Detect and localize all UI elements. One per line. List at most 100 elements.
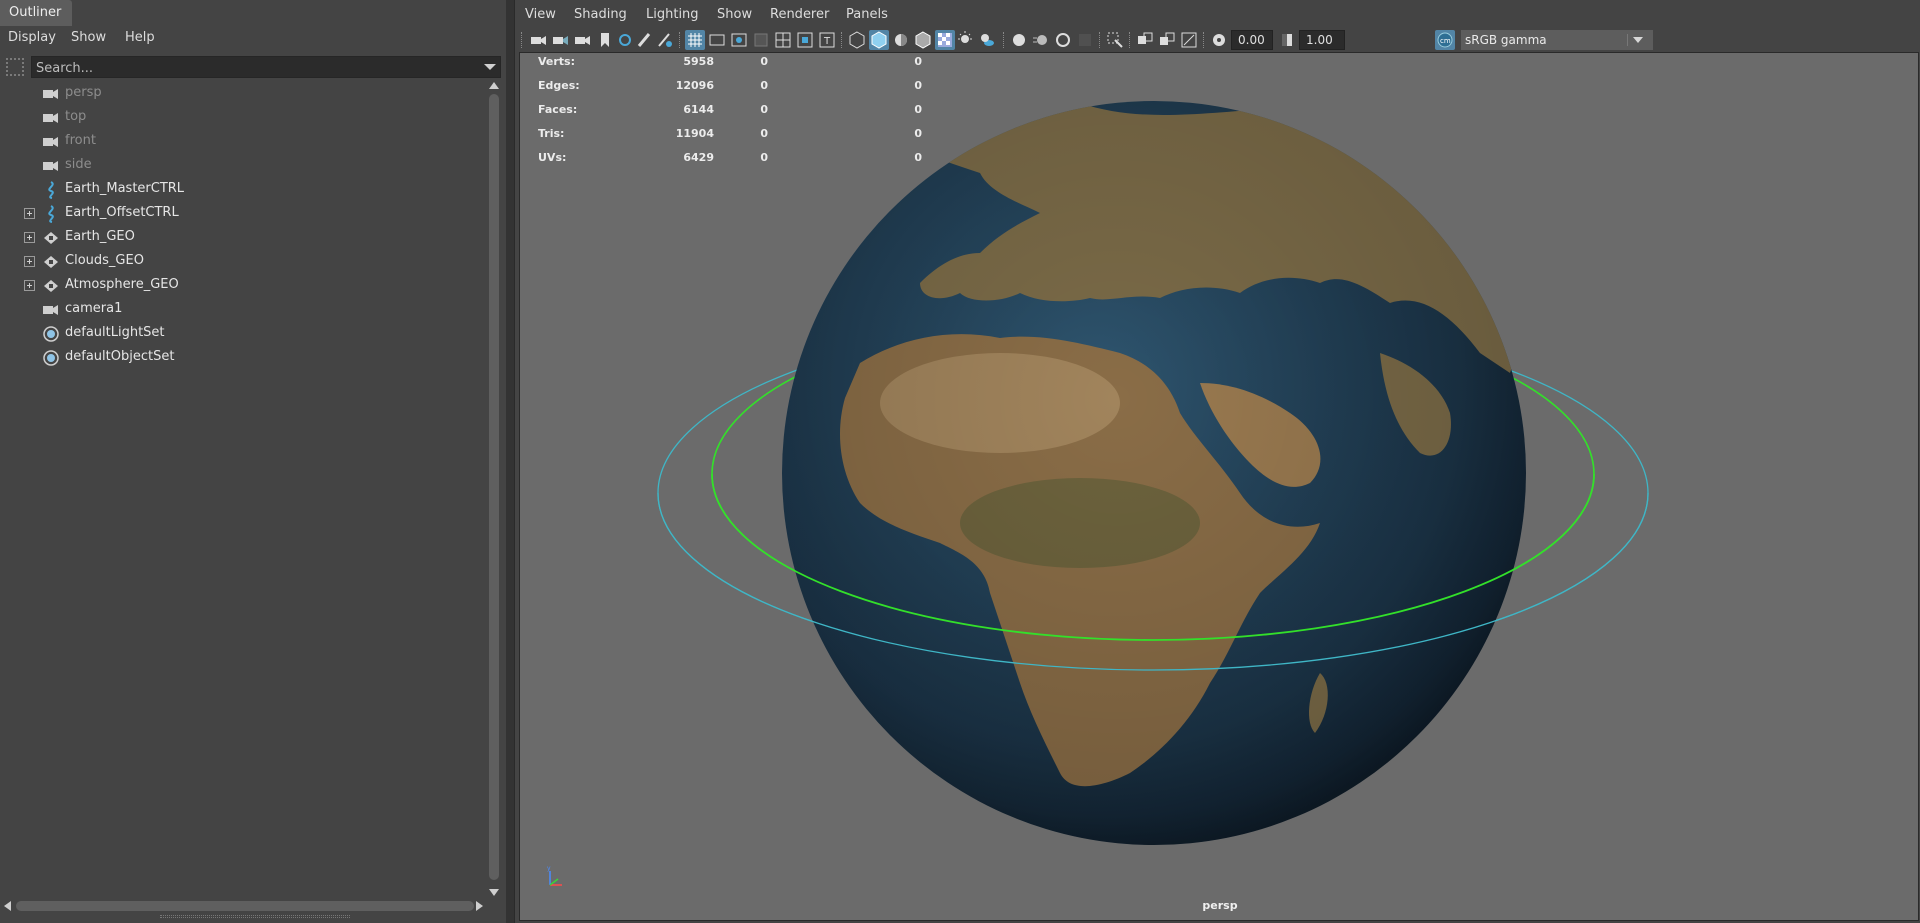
view-transform-icon[interactable]: cm — [1435, 30, 1455, 50]
tree-item-earth-masterctrl[interactable]: Earth_MasterCTRL — [0, 178, 480, 202]
camera-attributes-icon[interactable] — [551, 30, 571, 50]
tree-item-label: Earth_GEO — [65, 229, 135, 244]
motion-blur-icon[interactable] — [1031, 30, 1051, 50]
grid-icon[interactable] — [685, 30, 705, 50]
3d-viewport[interactable]: Verts: 5958 0 0 Edges: 12096 0 0 Faces: … — [519, 52, 1919, 921]
tree-item-label: defaultLightSet — [65, 325, 165, 340]
horizontal-scrollbar[interactable] — [0, 898, 486, 914]
menu-view[interactable]: View — [525, 7, 556, 22]
gamma-field[interactable]: 1.00 — [1299, 30, 1345, 50]
camera-icon — [42, 133, 60, 151]
svg-text:T: T — [823, 36, 831, 47]
filter-icon[interactable] — [6, 58, 24, 76]
tree-item-label: side — [65, 157, 92, 172]
select-camera-icon[interactable] — [529, 30, 549, 50]
search-input[interactable] — [36, 59, 476, 77]
shadows-icon[interactable] — [977, 30, 997, 50]
bookmark-camera-icon[interactable] — [573, 30, 593, 50]
tree-item-side[interactable]: side — [0, 154, 480, 178]
menu-display[interactable]: Display — [8, 28, 56, 47]
safe-title-icon[interactable]: T — [817, 30, 837, 50]
exposure-icon[interactable] — [1209, 30, 1229, 50]
scroll-up-icon[interactable] — [489, 82, 499, 89]
scroll-thumb[interactable] — [489, 94, 499, 880]
menu-shading[interactable]: Shading — [574, 7, 627, 22]
outliner-panel: Outliner Display Show Help persp top fro… — [0, 0, 506, 923]
toolbar-separator — [841, 32, 843, 48]
multisample-aa-icon[interactable] — [1053, 30, 1073, 50]
expand-icon[interactable] — [24, 232, 35, 243]
scroll-thumb[interactable] — [16, 901, 474, 911]
tree-item-label: Atmosphere_GEO — [65, 277, 179, 292]
xray-icon[interactable] — [935, 30, 955, 50]
image-plane-icon[interactable] — [615, 30, 635, 50]
tree-item-atmosphere-geo[interactable]: Atmosphere_GEO — [0, 274, 480, 298]
hud-label: Verts: — [538, 55, 576, 68]
expand-icon[interactable] — [24, 208, 35, 219]
grease-pencil-icon[interactable] — [635, 30, 655, 50]
scroll-down-icon[interactable] — [489, 889, 499, 896]
set-icon — [42, 349, 60, 367]
hud-row-verts: Verts: 5958 0 0 — [538, 53, 922, 77]
tree-item-defaultlightset[interactable]: defaultLightSet — [0, 322, 480, 346]
gamma-icon[interactable] — [1277, 30, 1297, 50]
tree-item-clouds-geo[interactable]: Clouds_GEO — [0, 250, 480, 274]
2d-pan-zoom-icon[interactable] — [655, 30, 675, 50]
safe-action-icon[interactable] — [795, 30, 815, 50]
hud-value: 0 — [760, 79, 768, 92]
menu-lighting[interactable]: Lighting — [646, 7, 699, 22]
expand-icon[interactable] — [24, 280, 35, 291]
frame-selection-icon[interactable] — [1179, 30, 1199, 50]
bookmark-icon[interactable] — [595, 30, 615, 50]
tree-item-front[interactable]: front — [0, 130, 480, 154]
svg-text:cm: cm — [1440, 37, 1451, 45]
expand-icon[interactable] — [24, 256, 35, 267]
tree-item-persp[interactable]: persp — [0, 82, 480, 106]
chevron-down-icon[interactable] — [484, 64, 496, 70]
depth-of-field-icon[interactable] — [1075, 30, 1095, 50]
tree-item-label: persp — [65, 85, 102, 100]
xray-active-icon[interactable] — [1157, 30, 1177, 50]
exposure-field[interactable]: 0.00 — [1231, 30, 1273, 50]
vertical-scrollbar[interactable] — [486, 80, 502, 898]
wireframe-icon[interactable] — [847, 30, 867, 50]
color-space-dropdown[interactable]: sRGB gamma — [1461, 30, 1653, 50]
film-gate-icon[interactable] — [707, 30, 727, 50]
hud-row-uvs: UVs: 6429 0 0 — [538, 149, 922, 173]
tree-item-label: defaultObjectSet — [65, 349, 175, 364]
wireframe-on-shaded-icon[interactable] — [913, 30, 933, 50]
use-all-lights-icon[interactable] — [955, 30, 975, 50]
outliner-tab[interactable]: Outliner — [0, 0, 72, 26]
tree-item-defaultobjectset[interactable]: defaultObjectSet — [0, 346, 480, 370]
panel-divider[interactable] — [506, 0, 514, 923]
resize-handle[interactable] — [160, 915, 350, 918]
earth-globe[interactable] — [782, 67, 1526, 845]
scroll-left-icon[interactable] — [4, 901, 11, 911]
tree-item-camera1[interactable]: camera1 — [0, 298, 480, 322]
menu-panels[interactable]: Panels — [846, 7, 888, 22]
screen-space-ao-icon[interactable] — [1009, 30, 1029, 50]
gate-mask-icon[interactable] — [751, 30, 771, 50]
hud-row-tris: Tris: 11904 0 0 — [538, 125, 922, 149]
tree-item-earth-geo[interactable]: Earth_GEO — [0, 226, 480, 250]
tree-item-label: front — [65, 133, 96, 148]
scene-render — [657, 67, 1649, 845]
tree-item-top[interactable]: top — [0, 106, 480, 130]
menu-renderer[interactable]: Renderer — [770, 7, 829, 22]
field-chart-icon[interactable] — [773, 30, 793, 50]
isolate-select-icon[interactable] — [1105, 30, 1125, 50]
hud-value: 6429 — [683, 151, 714, 164]
default-material-icon[interactable] — [891, 30, 911, 50]
resolution-gate-icon[interactable] — [729, 30, 749, 50]
hud-row-edges: Edges: 12096 0 0 — [538, 77, 922, 101]
menu-show[interactable]: Show — [71, 28, 106, 47]
chevron-down-icon[interactable] — [1627, 34, 1647, 46]
outliner-menubar: Display Show Help — [0, 26, 506, 52]
tree-item-label: Earth_OffsetCTRL — [65, 205, 179, 220]
xray-joints-icon[interactable] — [1135, 30, 1155, 50]
menu-show[interactable]: Show — [717, 7, 752, 22]
scroll-right-icon[interactable] — [476, 901, 483, 911]
menu-help[interactable]: Help — [125, 28, 155, 47]
smooth-shade-icon[interactable] — [869, 30, 889, 50]
tree-item-earth-offsetctrl[interactable]: Earth_OffsetCTRL — [0, 202, 480, 226]
